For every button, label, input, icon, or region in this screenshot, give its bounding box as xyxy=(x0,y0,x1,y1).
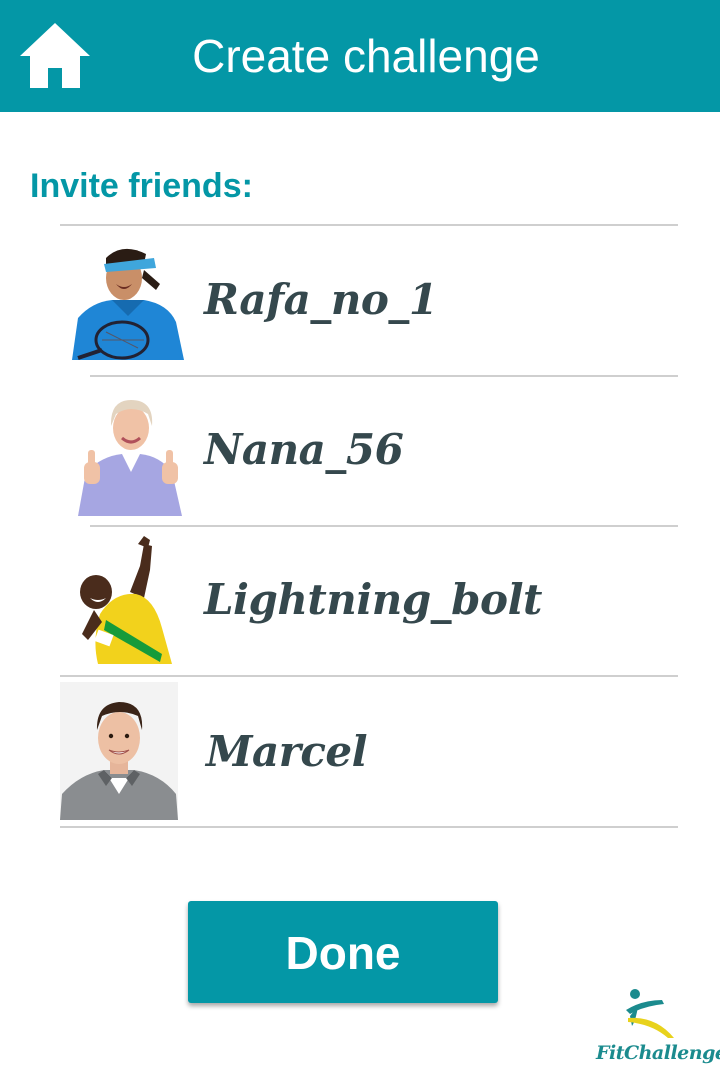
grandmother-thumbs-up-avatar xyxy=(76,392,184,516)
done-button[interactable]: Done xyxy=(188,901,498,1003)
friend-row-marcel[interactable]: Marcel xyxy=(60,678,678,826)
friend-name: Nana_56 xyxy=(204,425,404,474)
sprinter-avatar xyxy=(74,536,174,664)
divider xyxy=(90,375,678,377)
friend-name: Rafa_no_1 xyxy=(204,275,438,324)
runner-logo-icon xyxy=(622,986,682,1040)
divider xyxy=(60,675,678,677)
fitchallenger-logo: FitChallenger xyxy=(594,986,720,1070)
app-header: Create challenge xyxy=(0,0,720,112)
skier-portrait-avatar xyxy=(60,682,178,820)
friend-name: Lightning_bolt xyxy=(204,575,542,624)
divider xyxy=(60,224,678,226)
friend-row-rafa[interactable]: Rafa_no_1 xyxy=(60,228,678,376)
divider xyxy=(60,826,678,828)
friend-row-nana[interactable]: Nana_56 xyxy=(60,378,678,526)
friend-row-lightning-bolt[interactable]: Lightning_bolt xyxy=(60,528,678,676)
divider xyxy=(90,525,678,527)
brand-name: FitChallenger xyxy=(596,1042,720,1064)
tennis-player-avatar xyxy=(72,240,184,360)
friend-name: Marcel xyxy=(206,727,368,776)
page-title: Create challenge xyxy=(192,30,540,82)
invite-friends-label: Invite friends: xyxy=(30,167,253,205)
